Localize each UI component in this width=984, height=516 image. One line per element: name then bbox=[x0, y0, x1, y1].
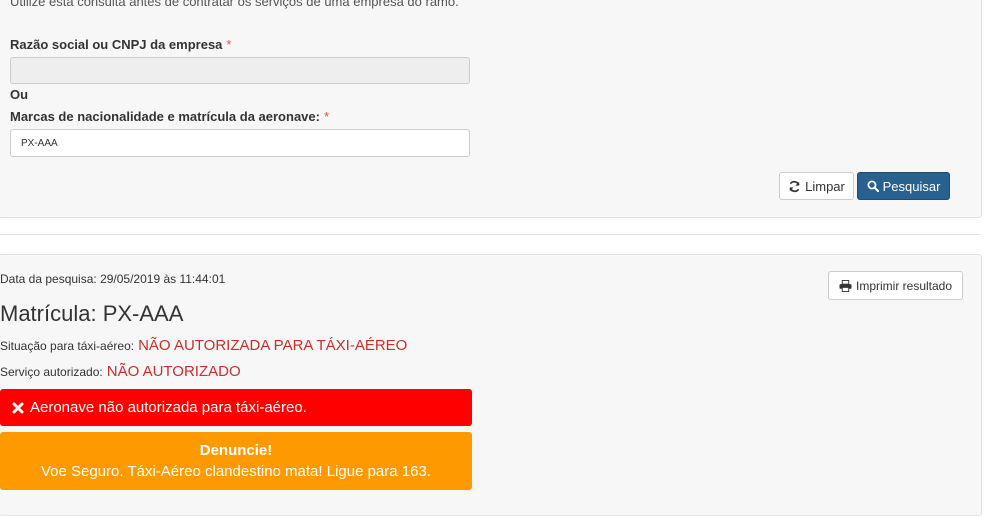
clear-button-label: Limpar bbox=[805, 178, 845, 194]
situacao-label: Situação para táxi-aéreo: bbox=[0, 339, 135, 353]
situacao-value: NÃO AUTORIZADA PARA TÁXI-AÉREO bbox=[138, 337, 408, 354]
company-label-text: Razão social ou CNPJ da empresa bbox=[10, 37, 223, 52]
error-alert: Aeronave não autorizada para táxi-aéreo. bbox=[0, 389, 472, 426]
aircraft-registration-field[interactable] bbox=[10, 129, 470, 157]
required-mark: * bbox=[323, 109, 330, 124]
report-alert: Denuncie! Voe Seguro. Táxi-Aéreo clandes… bbox=[0, 432, 472, 490]
search-icon bbox=[867, 180, 879, 192]
required-mark: * bbox=[226, 37, 232, 52]
or-label: Ou bbox=[10, 87, 29, 102]
search-button[interactable]: Pesquisar bbox=[857, 172, 950, 200]
clear-button[interactable]: Limpar bbox=[779, 172, 854, 200]
aircraft-label: Marcas de nacionalidade e matrícula da a… bbox=[10, 109, 329, 124]
report-alert-title: Denuncie! bbox=[199, 442, 273, 459]
search-button-label: Pesquisar bbox=[882, 178, 941, 194]
aircraft-label-text: Marcas de nacionalidade e matrícula da a… bbox=[10, 109, 320, 124]
print-button-label: Imprimir resultado bbox=[855, 278, 953, 293]
registration-title: Matrícula: PX-AAA bbox=[0, 301, 184, 326]
company-field[interactable] bbox=[10, 57, 470, 84]
situacao-line: Situação para táxi-aéreo: NÃO AUTORIZADA … bbox=[0, 337, 407, 354]
servico-line: Serviço autorizado: NÃO AUTORIZADO bbox=[0, 363, 241, 380]
refresh-icon bbox=[788, 180, 801, 193]
print-result-button[interactable]: Imprimir resultado bbox=[828, 271, 963, 300]
error-alert-text: Aeronave não autorizada para táxi-aéreo. bbox=[30, 399, 307, 416]
servico-value: NÃO AUTORIZADO bbox=[106, 363, 241, 380]
report-alert-text: Voe Seguro. Táxi-Aéreo clandestino mata!… bbox=[41, 463, 431, 480]
divider bbox=[0, 234, 980, 235]
servico-label: Serviço autorizado: bbox=[0, 365, 103, 379]
search-date: Data da pesquisa: 29/05/2019 às 11:44:01 bbox=[0, 272, 226, 286]
company-label: Razão social ou CNPJ da empresa * bbox=[10, 37, 231, 52]
close-icon bbox=[12, 402, 24, 414]
intro-text: Utilize esta consulta antes de contratar… bbox=[10, 0, 459, 9]
print-icon bbox=[839, 279, 852, 292]
